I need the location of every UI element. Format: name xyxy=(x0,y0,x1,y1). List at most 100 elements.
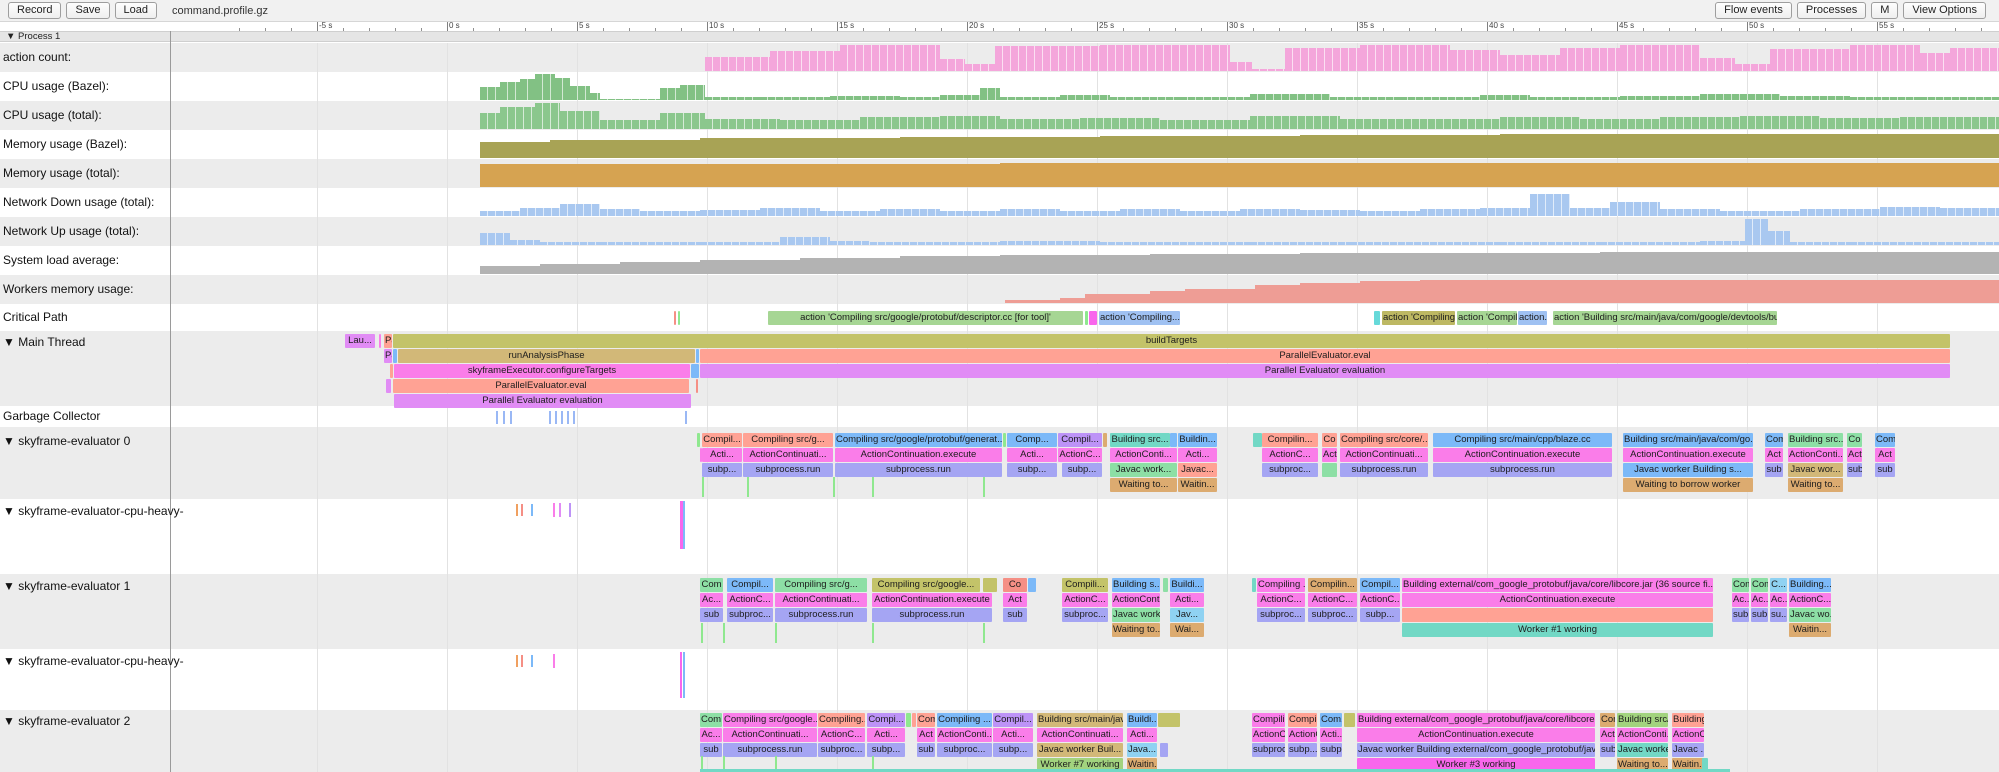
trace-event[interactable]: Building s... xyxy=(1112,578,1160,592)
trace-event[interactable]: Par xyxy=(384,334,392,348)
counter-bar[interactable] xyxy=(1360,211,1420,216)
trace-event[interactable]: Javac worker Building s... xyxy=(1623,463,1753,477)
trace-event[interactable]: ActionC... xyxy=(1360,593,1400,607)
trace-event[interactable]: Act xyxy=(1003,593,1027,607)
trace-event[interactable] xyxy=(1089,311,1097,325)
trace-event[interactable]: ActionC... xyxy=(1257,593,1305,607)
trace-mark[interactable] xyxy=(683,652,685,698)
counter-bar[interactable] xyxy=(1000,241,1100,245)
counter-bar[interactable] xyxy=(760,208,820,216)
trace-event[interactable]: sub xyxy=(917,743,935,757)
trace-event[interactable]: sub xyxy=(1751,608,1768,622)
counter-bar[interactable] xyxy=(1360,45,1450,71)
counter-bar[interactable] xyxy=(1450,253,1600,274)
trace-event[interactable]: sub xyxy=(1600,743,1615,757)
counter-bar[interactable] xyxy=(1768,231,1790,245)
counter-bar[interactable] xyxy=(1180,97,1250,100)
trace-event[interactable] xyxy=(1374,311,1380,325)
trace-mark[interactable] xyxy=(723,623,725,643)
counter-bar[interactable] xyxy=(780,237,830,245)
trace-event[interactable]: subproc... xyxy=(1262,463,1318,477)
trace-event[interactable]: sub xyxy=(1003,608,1027,622)
group-label-skyframe-evaluator-cpu-heavy[interactable]: ▼ skyframe-evaluator-cpu-heavy- xyxy=(3,504,184,518)
trace-event[interactable]: action 'Compiling... xyxy=(1382,311,1455,325)
counter-bar[interactable] xyxy=(535,74,555,100)
trace-event[interactable]: Javac worker... xyxy=(1112,608,1160,622)
counter-bar[interactable] xyxy=(600,164,1000,187)
trace-event[interactable]: subprocess.run xyxy=(1340,463,1428,477)
counter-bar[interactable] xyxy=(1180,211,1240,216)
counter-bar[interactable] xyxy=(940,116,1000,129)
trace-event[interactable]: Com xyxy=(1875,433,1895,447)
counter-bar[interactable] xyxy=(1560,48,1620,71)
trace-event[interactable]: Waiting to... xyxy=(1788,478,1843,492)
trace-mark[interactable] xyxy=(723,756,725,770)
counter-bar[interactable] xyxy=(1060,95,1110,100)
trace-event[interactable]: ActionContinuation.execute xyxy=(1357,728,1595,742)
trace-mark[interactable] xyxy=(775,623,777,643)
counter-bar[interactable] xyxy=(1850,97,1920,100)
counter-bar[interactable] xyxy=(1160,120,1250,129)
counter-bar[interactable] xyxy=(540,242,600,245)
trace-event[interactable]: ActionC... xyxy=(1288,728,1317,742)
trace-event[interactable]: ActionC... xyxy=(1058,448,1102,462)
counter-bar[interactable] xyxy=(1580,119,1660,129)
counter-bar[interactable] xyxy=(520,208,560,216)
trace-mark[interactable] xyxy=(553,503,555,517)
trace-event[interactable]: ActionContinuati... xyxy=(723,728,817,742)
trace-event[interactable]: subproc... xyxy=(818,743,865,757)
counter-bar[interactable] xyxy=(600,99,660,100)
trace-event[interactable]: Compilin... xyxy=(1262,433,1318,447)
trace-event[interactable]: ActionContinuati... xyxy=(775,593,867,607)
trace-event[interactable] xyxy=(906,713,911,727)
trace-event[interactable]: Javac... xyxy=(1178,463,1217,477)
counter-bar[interactable] xyxy=(900,137,1100,158)
counter-bar[interactable] xyxy=(1500,242,1600,245)
trace-event[interactable]: Compil... xyxy=(702,433,742,447)
trace-event[interactable]: Acti... xyxy=(1178,448,1217,462)
trace-event[interactable] xyxy=(1170,433,1177,447)
trace-event[interactable]: Building external/com_google_protobuf/ja… xyxy=(1357,713,1595,727)
trace-event[interactable]: Javac worker Buil... xyxy=(1037,743,1123,757)
counter-bar[interactable] xyxy=(480,164,600,187)
trace-event[interactable]: subprocess.run xyxy=(872,608,992,622)
counter-bar[interactable] xyxy=(480,142,550,158)
counter-bar[interactable] xyxy=(700,260,800,274)
m-button[interactable]: M xyxy=(1871,2,1898,19)
counter-bar[interactable] xyxy=(700,138,900,158)
trace-event[interactable]: Co xyxy=(1003,578,1027,592)
processes-button[interactable]: Processes xyxy=(1797,2,1866,19)
trace-event[interactable]: ActionConti... xyxy=(937,728,992,742)
counter-bar[interactable] xyxy=(1255,285,1300,303)
trace-event[interactable]: ActionC... xyxy=(1252,728,1285,742)
counter-bar[interactable] xyxy=(1420,280,1999,303)
counter-bar[interactable] xyxy=(480,113,500,129)
counter-bar[interactable] xyxy=(770,51,840,71)
trace-event[interactable]: Building src/ma... xyxy=(1617,713,1668,727)
trace-event[interactable]: Com xyxy=(700,713,722,727)
counter-bar[interactable] xyxy=(1080,118,1160,129)
trace-event[interactable]: subproc... xyxy=(1062,608,1108,622)
counter-bar[interactable] xyxy=(900,256,1000,274)
flow-events-button[interactable]: Flow events xyxy=(1715,2,1792,19)
trace-event[interactable] xyxy=(696,349,699,363)
trace-event[interactable]: Act xyxy=(1322,448,1337,462)
trace-mark[interactable] xyxy=(569,503,571,517)
trace-event[interactable]: Waiting to... xyxy=(1112,623,1160,637)
trace-event[interactable]: subproc... xyxy=(1308,608,1357,622)
trace-mark[interactable] xyxy=(555,411,557,424)
counter-bar[interactable] xyxy=(1920,97,1999,100)
trace-event[interactable]: ActionContinuati... xyxy=(1037,728,1123,742)
counter-bar[interactable] xyxy=(640,211,700,216)
counter-bar[interactable] xyxy=(940,95,980,100)
counter-bar[interactable] xyxy=(1740,116,1820,129)
trace-event[interactable]: Buildin... xyxy=(1178,433,1217,447)
trace-event[interactable]: subp... xyxy=(1062,463,1102,477)
counter-bar[interactable] xyxy=(840,45,940,71)
counter-bar[interactable] xyxy=(1780,96,1850,100)
counter-bar[interactable] xyxy=(1250,116,1340,129)
trace-mark[interactable] xyxy=(559,503,561,517)
trace-event[interactable]: subp... xyxy=(993,743,1033,757)
counter-bar[interactable] xyxy=(535,103,560,129)
trace-event[interactable]: Compiling... xyxy=(1252,713,1285,727)
